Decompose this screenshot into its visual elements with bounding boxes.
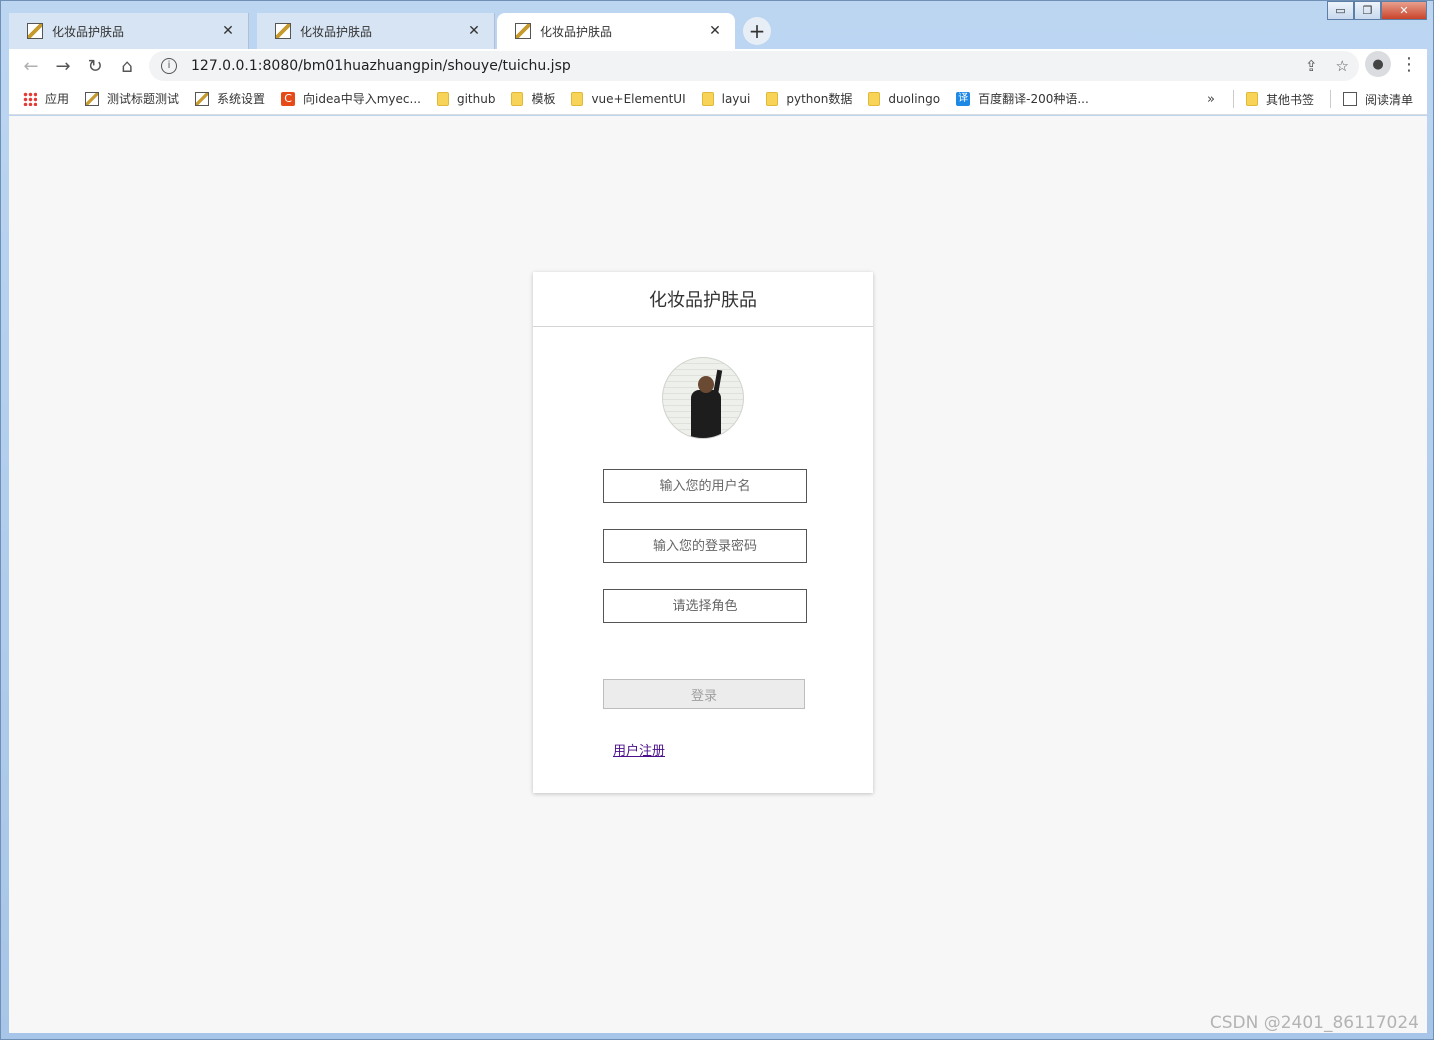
page-icon — [85, 91, 100, 106]
tab-close-icon[interactable]: ✕ — [466, 23, 482, 39]
login-button[interactable]: 登录 — [603, 679, 805, 709]
tab-close-icon[interactable]: ✕ — [707, 23, 723, 39]
role-select[interactable] — [603, 589, 807, 623]
home-icon[interactable]: ⌂ — [111, 50, 143, 82]
bookmark-folder[interactable]: layui — [701, 91, 751, 106]
new-tab-button[interactable]: + — [743, 17, 771, 45]
other-bookmarks[interactable]: 其他书签 — [1245, 91, 1314, 108]
bookmark-label: 测试标题测试 — [107, 92, 180, 106]
address-bar[interactable]: i 127.0.0.1:8080/bm01huazhuangpin/shouye… — [149, 51, 1359, 81]
divider — [1232, 90, 1234, 108]
forward-arrow-icon[interactable]: → — [47, 50, 79, 82]
tab-close-icon[interactable]: ✕ — [220, 23, 236, 39]
c-icon: C — [281, 91, 296, 106]
bookmark-folder[interactable]: github — [436, 91, 496, 106]
folder-icon — [1245, 92, 1258, 106]
browser-window: ▭ ❐ ✕ 化妆品护肤品 ✕ 化妆品护肤品 ✕ 化妆品护肤品 ✕ + ← → ↻… — [0, 0, 1434, 1040]
watermark: CSDN @2401_86117024 — [1209, 1013, 1419, 1033]
bookmark-folder[interactable]: 模板 — [511, 90, 555, 107]
tab-2[interactable]: 化妆品护肤品 ✕ — [257, 13, 495, 49]
page-favicon-icon — [515, 23, 531, 39]
bookmark-label: 应用 — [45, 92, 70, 106]
profile-avatar-icon[interactable]: ● — [1365, 51, 1391, 77]
folder-icon — [571, 91, 584, 106]
bookmark-folder[interactable]: python数据 — [766, 90, 852, 107]
avatar — [662, 357, 744, 439]
bookmark-label: 向idea中导入myec... — [303, 92, 421, 106]
username-input[interactable] — [603, 469, 807, 503]
tab-1[interactable]: 化妆品护肤品 ✕ — [9, 13, 249, 49]
bookmark-label: 系统设置 — [217, 92, 266, 106]
bookmark-label: 其他书签 — [1265, 92, 1314, 107]
bookmark-label: 百度翻译-200种语... — [978, 92, 1089, 106]
divider — [1329, 90, 1331, 108]
folder-icon — [701, 91, 714, 106]
login-title: 化妆品护肤品 — [533, 272, 873, 327]
bookmark-label: 模板 — [531, 92, 556, 106]
bookmark-item[interactable]: 系统设置 — [195, 90, 265, 107]
folder-icon — [511, 91, 524, 106]
bookmark-label: vue+ElementUI — [591, 91, 686, 106]
page-viewport: 化妆品护肤品 登录 用户注册 — [9, 116, 1427, 1033]
tab-title: 化妆品护肤品 — [300, 24, 373, 39]
register-link[interactable]: 用户注册 — [613, 740, 665, 759]
bookmark-item[interactable]: 测试标题测试 — [85, 90, 179, 107]
bookmark-star-icon[interactable]: ☆ — [1336, 57, 1349, 75]
password-input[interactable] — [603, 529, 807, 563]
translate-icon: 译 — [956, 91, 971, 106]
apps-grid-icon — [23, 91, 37, 106]
bookmark-label: duolingo — [888, 91, 941, 106]
bookmark-label: github — [456, 91, 496, 106]
reading-list[interactable]: 阅读清单 — [1342, 91, 1413, 108]
bookmark-folder[interactable]: vue+ElementUI — [571, 91, 686, 106]
reload-icon[interactable]: ↻ — [79, 50, 111, 82]
browser-menu-icon[interactable]: ⋮ — [1399, 54, 1419, 75]
bookmark-label: layui — [721, 91, 751, 106]
bookmark-label: 阅读清单 — [1364, 92, 1413, 107]
url-text[interactable]: 127.0.0.1:8080/bm01huazhuangpin/shouye/t… — [191, 58, 571, 74]
tab-strip: 化妆品护肤品 ✕ 化妆品护肤品 ✕ 化妆品护肤品 ✕ + — [9, 13, 1429, 49]
bookmark-folder[interactable]: duolingo — [868, 91, 941, 106]
login-card: 化妆品护肤品 登录 用户注册 — [533, 272, 873, 793]
bookmark-item[interactable]: 译 百度翻译-200种语... — [956, 90, 1089, 107]
page-favicon-icon — [27, 23, 43, 39]
bookmark-apps[interactable]: 应用 — [23, 90, 69, 107]
reading-list-icon — [1342, 92, 1357, 106]
bookmarks-bar: 应用 测试标题测试 系统设置 C 向idea中导入myec... github … — [9, 83, 1427, 115]
tab-title: 化妆品护肤品 — [540, 24, 613, 39]
folder-icon — [868, 91, 881, 106]
share-icon[interactable]: ⇪ — [1305, 57, 1318, 75]
folder-icon — [766, 91, 779, 106]
tab-3-active[interactable]: 化妆品护肤品 ✕ — [497, 13, 735, 49]
page-icon — [195, 91, 210, 106]
browser-toolbar: ← → ↻ ⌂ i 127.0.0.1:8080/bm01huazhuangpi… — [9, 49, 1427, 83]
back-arrow-icon[interactable]: ← — [15, 50, 47, 82]
tab-title: 化妆品护肤品 — [52, 24, 125, 39]
site-info-icon[interactable]: i — [161, 58, 177, 74]
more-bookmarks-chevron-icon[interactable]: » — [1207, 92, 1215, 107]
page-favicon-icon — [275, 23, 291, 39]
folder-icon — [436, 91, 449, 106]
bookmark-item[interactable]: C 向idea中导入myec... — [281, 90, 421, 107]
bookmark-label: python数据 — [786, 92, 853, 106]
